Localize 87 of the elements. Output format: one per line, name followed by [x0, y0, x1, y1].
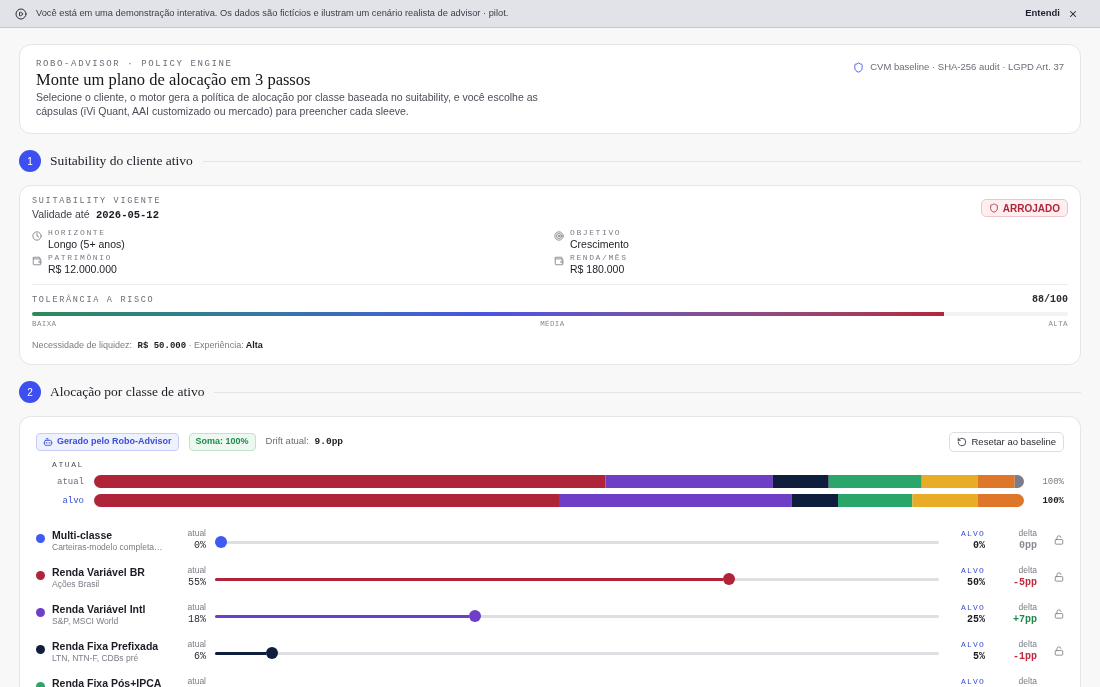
fact-label: RENDA/MÊS	[570, 253, 628, 263]
delta-label: delta	[1018, 565, 1037, 576]
banner-text: Você está em uma demonstração interativa. Os dados são fictícios e ilustram um cenário realista de advisor · pilot.	[36, 6, 509, 20]
delta-label: delta	[1018, 676, 1037, 687]
shield-icon	[988, 203, 999, 213]
target-value: 0%	[973, 539, 985, 552]
open-lock-icon[interactable]	[1054, 646, 1064, 656]
fact-label: HORIZONTE	[48, 228, 107, 238]
drift-text: Drift atual: 9.0pp	[265, 434, 344, 450]
risk-label: TOLERÂNCIA A RISCO	[32, 295, 155, 306]
class-detail: S&P, MSCI World	[52, 616, 120, 627]
class-detail: Ações Brasil	[52, 579, 101, 590]
badge-text: ARROJADO	[1002, 201, 1060, 216]
delta-label: delta	[1018, 602, 1037, 613]
bars-heading: ATUAL	[51, 460, 84, 470]
validity-text: Validade até 2026-05-12	[32, 207, 160, 222]
step-title: Alocação por classe de ativo	[50, 383, 205, 401]
slider-thumb[interactable]	[215, 536, 227, 548]
class-detail: Carteiras-modelo completa…	[52, 542, 164, 553]
slider-thumb[interactable]	[723, 573, 736, 585]
class-name: Renda Fixa Pós+IPCA	[52, 676, 163, 687]
play-circle-icon	[15, 7, 27, 20]
reset-button[interactable]: Resetar ao baseline	[948, 432, 1064, 452]
slider-thumb[interactable]	[469, 610, 482, 622]
current-value: 0%	[194, 539, 206, 553]
class-name: Multi-classe	[52, 528, 114, 542]
fact-value: Crescimento	[570, 238, 629, 251]
target-value: 50%	[967, 576, 985, 589]
current-label: atual	[187, 639, 206, 650]
target-value: 25%	[967, 613, 985, 626]
delta-value: -1pp	[1013, 650, 1037, 664]
bar-total: 100%	[1041, 475, 1064, 488]
eyebrow-text: ROBO-ADVISOR · POLICY ENGINE	[36, 58, 234, 70]
section-label: SUITABILITY VIGENTE	[32, 196, 162, 207]
fact-label: PATRIMÔNIO	[48, 253, 113, 263]
slider-thumb[interactable]	[265, 647, 278, 659]
delta-value: 0pp	[1019, 539, 1037, 553]
reset-icon	[956, 437, 967, 447]
delta-label: delta	[1018, 639, 1037, 650]
target-label: ALVO	[961, 528, 985, 539]
chip-text: Soma: 100%	[195, 435, 249, 449]
current-value: 6%	[194, 650, 206, 664]
delta-value: +7pp	[1013, 613, 1037, 627]
risk-score: 88/100	[1032, 294, 1068, 306]
class-detail: LTN, NTN-F, CDBs pré	[52, 653, 140, 664]
fact-value: R$ 12.000.000	[48, 263, 117, 276]
open-lock-icon[interactable]	[1054, 535, 1064, 545]
page-description: Selecione o cliente, o motor gera a política de alocação por classe baseada no suitability, e você escolhe as cápsulas (iVi Quant, AAI customizado ou mercado) para preencher cada sleeve.	[36, 90, 539, 118]
bar-label: atual	[56, 475, 84, 488]
bar-total: 100%	[1041, 494, 1064, 507]
target-label: ALVO	[961, 602, 985, 613]
current-value: 18%	[188, 613, 206, 627]
current-label: atual	[187, 565, 206, 576]
current-label: atual	[187, 602, 206, 613]
delta-label: delta	[1018, 528, 1037, 539]
liquidity-note: Necessidade de liquidez: R$ 50.000 · Experiência: Alta	[32, 339, 264, 352]
fact-value: R$ 180.000	[570, 263, 626, 276]
page-title: Monte um plano de alocação em 3 passos	[36, 70, 312, 90]
step-title: Suitability do cliente ativo	[50, 152, 193, 170]
bar-label: alvo	[61, 494, 84, 507]
open-lock-icon[interactable]	[1054, 572, 1064, 582]
dismiss-button[interactable]: Entendi	[1025, 6, 1078, 21]
current-label: atual	[187, 528, 206, 539]
step-number: 2	[19, 381, 41, 403]
close-icon	[1068, 8, 1078, 19]
fact-label: OBJETIVO	[570, 228, 623, 238]
target-label: ALVO	[961, 639, 985, 650]
class-name: Renda Variável Intl	[52, 602, 147, 616]
clock-icon	[32, 231, 42, 241]
robot-icon	[43, 437, 53, 447]
wallet-icon	[554, 256, 564, 266]
step-number: 1	[19, 150, 41, 172]
chip-text: Gerado pelo Robo-Advisor	[57, 435, 172, 449]
shield-icon	[853, 61, 865, 73]
fact-value: Longo (5+ anos)	[48, 238, 125, 251]
target-label: ALVO	[961, 676, 985, 687]
wallet-icon	[32, 256, 42, 266]
compliance-text: CVM baseline · SHA-256 audit · LGPD Art. 37	[870, 60, 1064, 74]
target-label: ALVO	[961, 565, 985, 576]
open-lock-icon[interactable]	[1054, 609, 1064, 619]
target-value: 5%	[973, 650, 985, 663]
current-value: 55%	[188, 576, 206, 590]
delta-value: -5pp	[1013, 576, 1037, 590]
target-icon	[554, 231, 564, 241]
class-name: Renda Fixa Prefixada	[52, 639, 160, 653]
current-label: atual	[187, 676, 206, 687]
class-name: Renda Variável BR	[52, 565, 146, 579]
